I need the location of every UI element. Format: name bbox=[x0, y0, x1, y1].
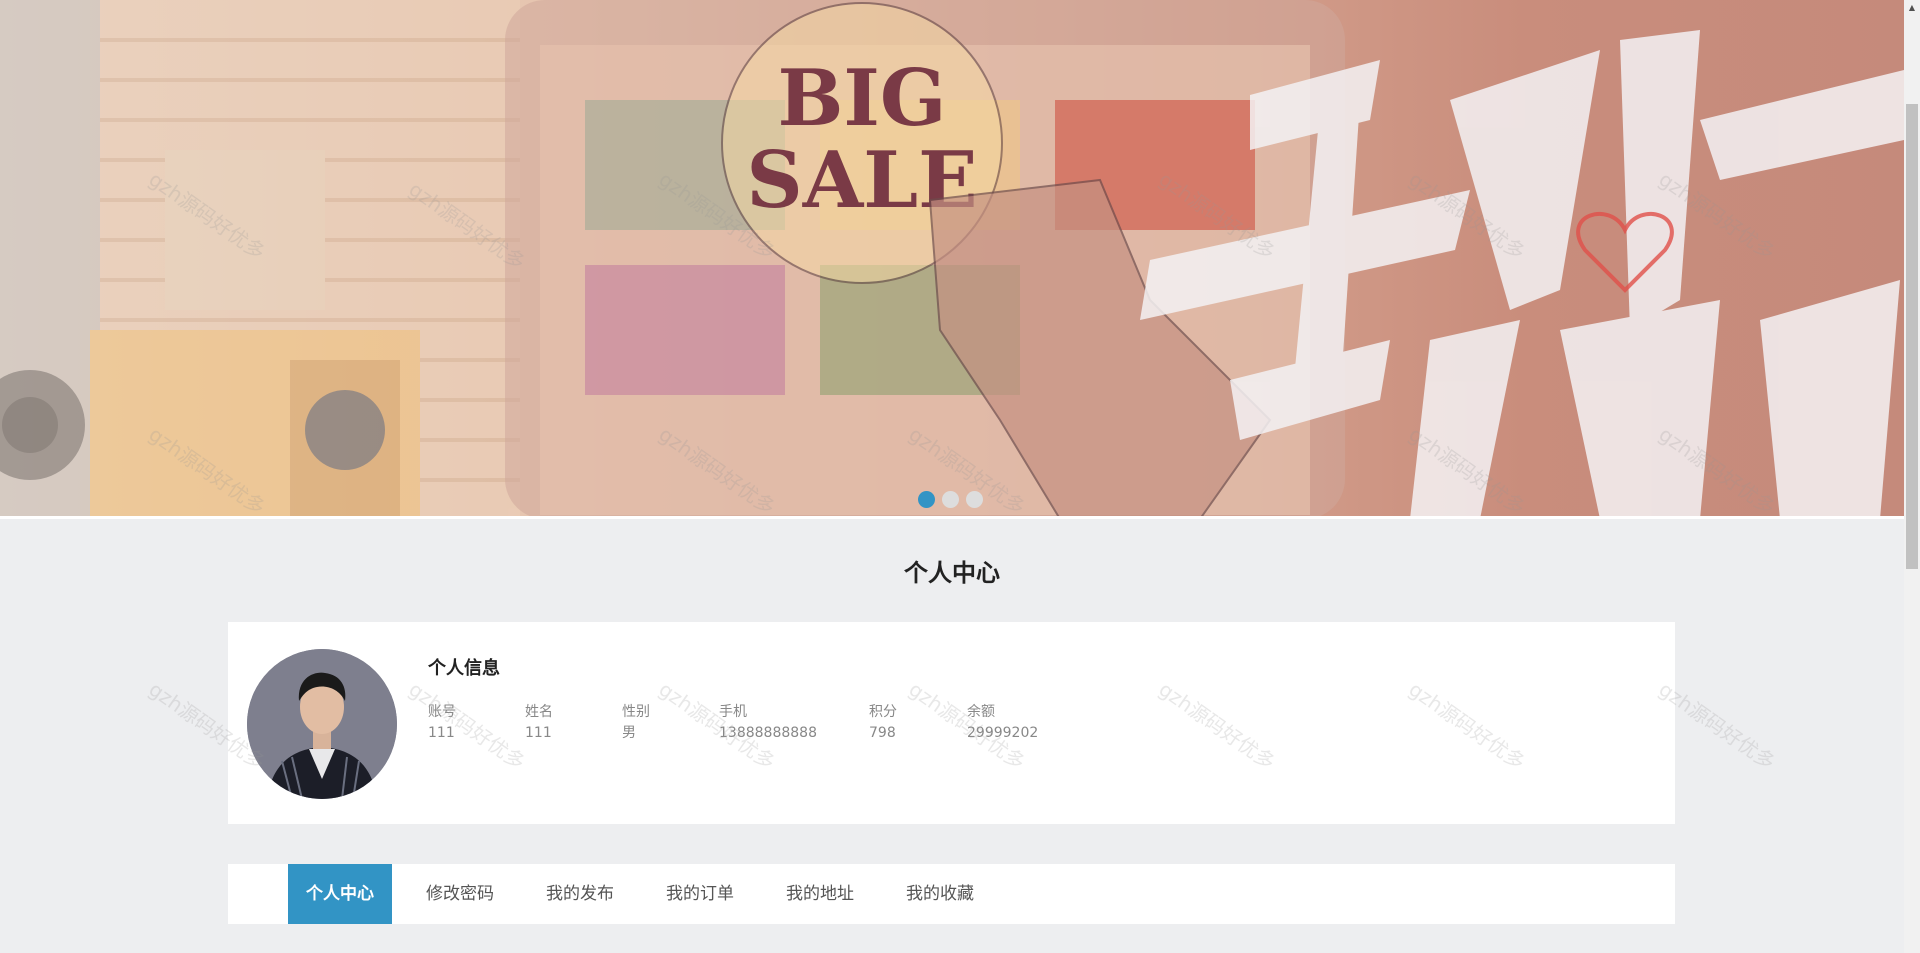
field-name-value: 111 bbox=[525, 725, 552, 741]
field-points-label: 积分 bbox=[869, 704, 897, 720]
field-name-label: 姓名 bbox=[525, 704, 553, 720]
field-points-value: 798 bbox=[869, 725, 896, 741]
field-phone-label: 手机 bbox=[719, 704, 747, 720]
scroll-up-arrow-icon[interactable]: ▲ bbox=[1904, 0, 1920, 16]
tab-my-orders[interactable]: 我的订单 bbox=[666, 864, 734, 924]
banner-image: BIG SALE bbox=[0, 0, 1904, 516]
field-account: 账号 111 bbox=[428, 702, 456, 744]
scrollbar-thumb[interactable] bbox=[1906, 104, 1918, 569]
carousel-indicators bbox=[918, 491, 983, 508]
carousel-dot-3[interactable] bbox=[966, 491, 983, 508]
field-phone: 手机 13888888888 bbox=[719, 702, 817, 744]
field-phone-value: 13888888888 bbox=[719, 725, 817, 741]
banner-carousel[interactable]: BIG SALE bbox=[0, 0, 1904, 519]
field-gender: 性别 男 bbox=[622, 702, 650, 744]
field-balance-value: 29999202 bbox=[967, 725, 1039, 741]
field-balance-label: 余额 bbox=[967, 704, 995, 720]
field-account-label: 账号 bbox=[428, 704, 456, 720]
field-account-value: 111 bbox=[428, 725, 455, 741]
user-center-tabs: 个人中心 修改密码 我的发布 我的订单 我的地址 我的收藏 bbox=[228, 864, 1675, 924]
tab-my-addresses[interactable]: 我的地址 bbox=[786, 864, 854, 924]
field-gender-label: 性别 bbox=[622, 704, 650, 720]
banner-headline-line1: BIG bbox=[777, 53, 946, 144]
avatar-image bbox=[247, 649, 397, 799]
field-gender-value: 男 bbox=[622, 725, 636, 741]
page-title: 个人中心 bbox=[904, 559, 1000, 587]
tab-my-favorites[interactable]: 我的收藏 bbox=[906, 864, 974, 924]
field-name: 姓名 111 bbox=[525, 702, 553, 744]
carousel-dot-2[interactable] bbox=[942, 491, 959, 508]
field-balance: 余额 29999202 bbox=[967, 702, 1038, 744]
page: BIG SALE 个人中心 个人信息 账号 111 姓名 111 性别 男 手机… bbox=[0, 0, 1920, 953]
profile-section-title: 个人信息 bbox=[428, 658, 500, 679]
profile-card: 个人信息 账号 111 姓名 111 性别 男 手机 13888888888 积… bbox=[228, 622, 1675, 824]
field-points: 积分 798 bbox=[869, 702, 897, 744]
tab-my-posts[interactable]: 我的发布 bbox=[546, 864, 614, 924]
page-scrollbar[interactable]: ▲ bbox=[1904, 0, 1920, 953]
tab-change-password[interactable]: 修改密码 bbox=[426, 864, 494, 924]
tab-user-center[interactable]: 个人中心 bbox=[288, 864, 392, 924]
carousel-dot-1[interactable] bbox=[918, 491, 935, 508]
avatar bbox=[247, 649, 397, 799]
